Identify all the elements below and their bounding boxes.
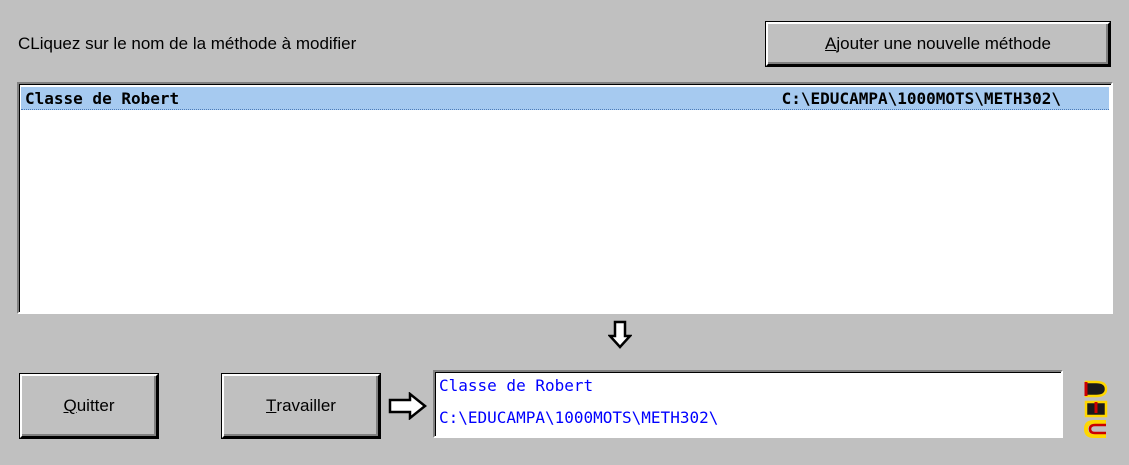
selected-method-name: Classe de Robert bbox=[439, 376, 594, 395]
quit-button[interactable]: Quitter bbox=[20, 374, 158, 438]
work-accel: T bbox=[266, 396, 277, 415]
add-method-accel: A bbox=[825, 34, 837, 53]
down-arrow-icon bbox=[608, 320, 632, 350]
list-item-name: Classe de Robert bbox=[25, 89, 180, 108]
quit-accel: Q bbox=[63, 396, 77, 415]
right-arrow-icon bbox=[388, 392, 428, 420]
dmc-logo bbox=[1083, 380, 1109, 442]
work-button[interactable]: Travailler bbox=[222, 374, 380, 438]
instruction-label: CLiquez sur le nom de la méthode à modif… bbox=[18, 34, 357, 53]
work-label: ravailler bbox=[276, 396, 336, 415]
selected-method-display: Classe de Robert C:\EDUCAMPA\1000MOTS\ME… bbox=[433, 370, 1063, 438]
list-item[interactable]: Classe de Robert C:\EDUCAMPA\1000MOTS\ME… bbox=[21, 87, 1109, 110]
list-item-path: C:\EDUCAMPA\1000MOTS\METH302\ bbox=[781, 89, 1061, 108]
quit-label: uitter bbox=[76, 396, 115, 415]
selected-method-path: C:\EDUCAMPA\1000MOTS\METH302\ bbox=[439, 408, 719, 427]
add-method-button[interactable]: Ajouter une nouvelle méthode bbox=[766, 22, 1110, 66]
add-method-label: jouter une nouvelle méthode bbox=[836, 34, 1051, 53]
methods-listbox[interactable]: Classe de Robert C:\EDUCAMPA\1000MOTS\ME… bbox=[17, 82, 1113, 314]
